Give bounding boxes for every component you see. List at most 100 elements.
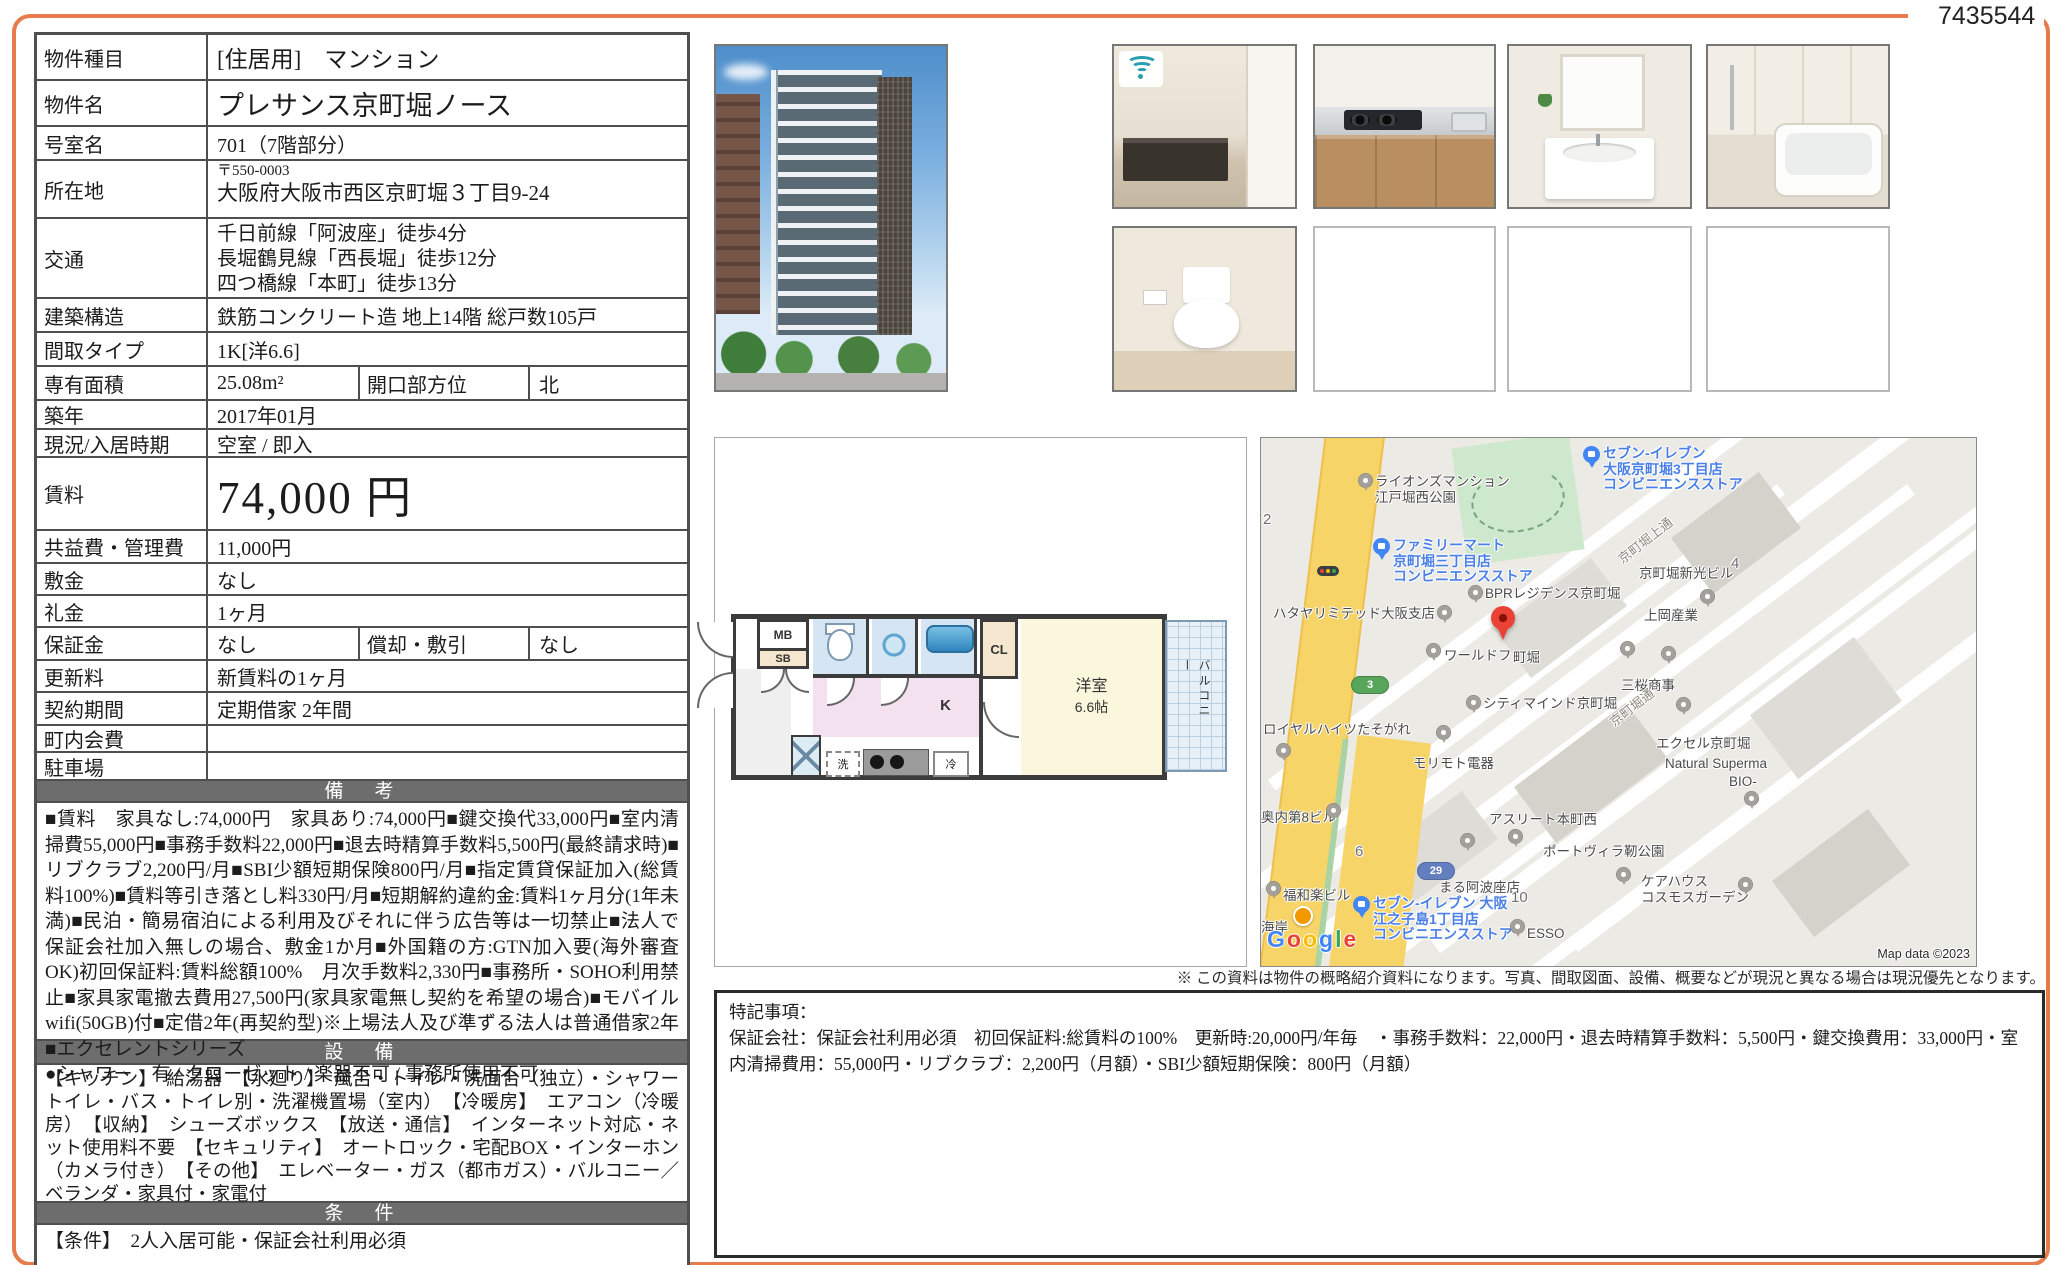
paper-holder-shape: [1142, 289, 1167, 305]
convenience-store-pin-icon: [1353, 896, 1370, 919]
map-label-text: ライオンズマンション 江戸堀西公園: [1375, 474, 1510, 505]
bathtub-icon: [926, 625, 974, 653]
row-value: 2017年01月: [217, 406, 317, 428]
floorplan-balcony: バルコニー: [1165, 620, 1227, 772]
access-line: 長堀鶴見線「西長堀」徒歩12分: [217, 248, 497, 270]
wall-shape: [979, 677, 983, 780]
access-line: 千日前線「阿波座」徒歩4分: [217, 223, 467, 245]
map-text-label: 上岡産業: [1644, 608, 1698, 624]
photo-toilet: [1112, 226, 1297, 392]
row-label: 契約期間: [37, 693, 208, 724]
room-size-label: 6.6帖: [1074, 699, 1109, 715]
poi-pin-icon: [1621, 642, 1634, 660]
row-value: 定期借家 2年間: [217, 700, 352, 722]
map-text-label: ロイヤルハイツたそがれ: [1263, 722, 1411, 738]
row-label: 敷金: [37, 564, 208, 594]
map-label-text: 奥内第8ビル: [1261, 810, 1337, 825]
map-pin-icon: [1327, 804, 1340, 822]
map-text-label: BIO-: [1729, 774, 1757, 790]
floorplan-shoebox: SB: [757, 651, 809, 669]
address-cell: 〒550-0003 大阪府大阪市西区京町堀３丁目9-24: [208, 161, 687, 217]
place-icon: [1293, 906, 1313, 926]
property-table: 物件種目 [住居用] マンション 物件名 プレサンス京町堀ノース 号室名 701（7階…: [34, 32, 690, 1265]
map-label-text: 10: [1511, 889, 1528, 906]
map-pin-icon: [1437, 726, 1450, 744]
shower-bar-shape: [1729, 65, 1734, 130]
area-value: 25.08m²: [208, 367, 360, 399]
table-row: 建築構造 鉄筋コンクリート造 地上14階 総戸数105戸: [37, 299, 687, 333]
wifi-icon: [1119, 51, 1163, 87]
poi-pin-icon: [1461, 834, 1474, 852]
entrance-tile-icon: [791, 735, 821, 777]
google-logo-letter: g: [1319, 926, 1333, 952]
map-pin-icon: [1427, 644, 1440, 662]
property-name: プレサンス京町堀ノース: [217, 90, 513, 121]
map-text-label: 町堀: [1513, 650, 1540, 666]
map-label-text: Natural Superma: [1665, 756, 1768, 771]
row-label: 建築構造: [37, 299, 208, 331]
poi-pin-icon: [1617, 868, 1630, 886]
sink-icon: [881, 632, 907, 658]
table-row: 更新料 新賃料の1ヶ月: [37, 661, 687, 693]
photo-placeholder-empty: [1507, 226, 1692, 392]
desk-shape: [1123, 137, 1229, 182]
map-pin-icon: [1461, 834, 1474, 852]
floorplan-bathroom: [921, 619, 977, 677]
remarks-header: 備 考: [37, 781, 687, 803]
equipment-text: 【キッチン】 給湯器 【水廻り】 風呂・トイレ・洗面台（独立）・シャワートイレ・…: [37, 1065, 687, 1205]
map-text-label: アスリート本町西: [1489, 812, 1597, 828]
google-logo: Google: [1267, 926, 1356, 953]
map-label-text: ファミリーマート 京町堀三丁目店 コンビニエンスストア: [1393, 537, 1533, 584]
table-row: 専有面積 25.08m² 開口部方位 北: [37, 367, 687, 401]
map-label-text: 京町堀新光ビル: [1639, 566, 1734, 581]
map-num-label: 2: [1263, 512, 1271, 528]
map-text-label: ワールドフ: [1444, 648, 1512, 664]
map-poi-label: シティマインド京町堀: [1467, 696, 1617, 714]
property-flyer-page: 7435544 物件種目 [住居用] マンション 物件名 プレサンス京町堀ノース 号…: [0, 0, 2056, 1265]
map-pin-icon: [1509, 830, 1522, 848]
map-pin-icon: [1277, 744, 1290, 762]
map-text-label: ケアハウス コスモスガーデン: [1641, 874, 1749, 905]
sink-shape: [1450, 112, 1487, 133]
row-label: 号室名: [37, 127, 208, 159]
map-text-label: まる阿波座店: [1439, 880, 1520, 896]
row-label: 償却・敷引: [360, 628, 530, 659]
toilet-tank-shape: [1182, 266, 1230, 303]
stove-shape: [1343, 110, 1423, 130]
floorplan-washroom: [872, 619, 918, 677]
google-logo-letter: o: [1302, 926, 1317, 952]
photo-bathroom: [1706, 44, 1890, 209]
document-number: 7435544: [1938, 2, 2036, 30]
map-label-text: BIO-: [1729, 774, 1757, 789]
conditions-text: 【条件】 2人入居可能・保証会社利用必須: [45, 1231, 407, 1252]
map-label-text: シティマインド京町堀: [1483, 696, 1618, 711]
bath-wall-shape: [1708, 46, 1888, 135]
photo-kitchen: [1313, 44, 1496, 209]
map-pin-icon: [1621, 642, 1634, 660]
photo-washstand: [1507, 44, 1692, 209]
map-label-text: セブン-イレブン 大阪京町堀3丁目店 コンビニエンスストア: [1603, 445, 1743, 492]
photo-placeholder-empty: [1706, 226, 1890, 392]
map-text-label: モリモト電器: [1413, 756, 1494, 772]
row-label: 築年: [37, 401, 208, 428]
google-logo-letter: l: [1335, 926, 1341, 952]
table-row: 間取タイプ 1K[洋6.6]: [37, 333, 687, 367]
convenience-store-pin-icon: [1373, 538, 1390, 561]
poi-pin-icon: [1511, 920, 1524, 938]
map-label-text: ワールドフ: [1444, 648, 1512, 663]
row-value: [住居用] マンション: [217, 47, 440, 72]
table-row: 敷金 なし: [37, 564, 687, 596]
row-label: 専有面積: [37, 367, 208, 399]
table-row: 物件種目 [住居用] マンション: [37, 35, 687, 81]
route-shield-3: 3: [1351, 676, 1389, 694]
table-row: 契約期間 定期借家 2年間: [37, 693, 687, 726]
map-label-text: BPRレジデンス京町堀: [1485, 586, 1621, 601]
photo-placeholder-empty: [1313, 226, 1496, 392]
map-label-text: 町堀: [1513, 650, 1540, 665]
map-label-text: 2: [1263, 511, 1272, 528]
row-value: 鉄筋コンクリート造 地上14階 総戸数105戸: [217, 306, 597, 329]
row-value: [208, 726, 687, 751]
table-row: 共益費・管理費 11,000円: [37, 531, 687, 564]
poi-pin-icon: [1438, 606, 1451, 624]
table-row: 所在地 〒550-0003 大阪府大阪市西区京町堀３丁目9-24: [37, 161, 687, 219]
